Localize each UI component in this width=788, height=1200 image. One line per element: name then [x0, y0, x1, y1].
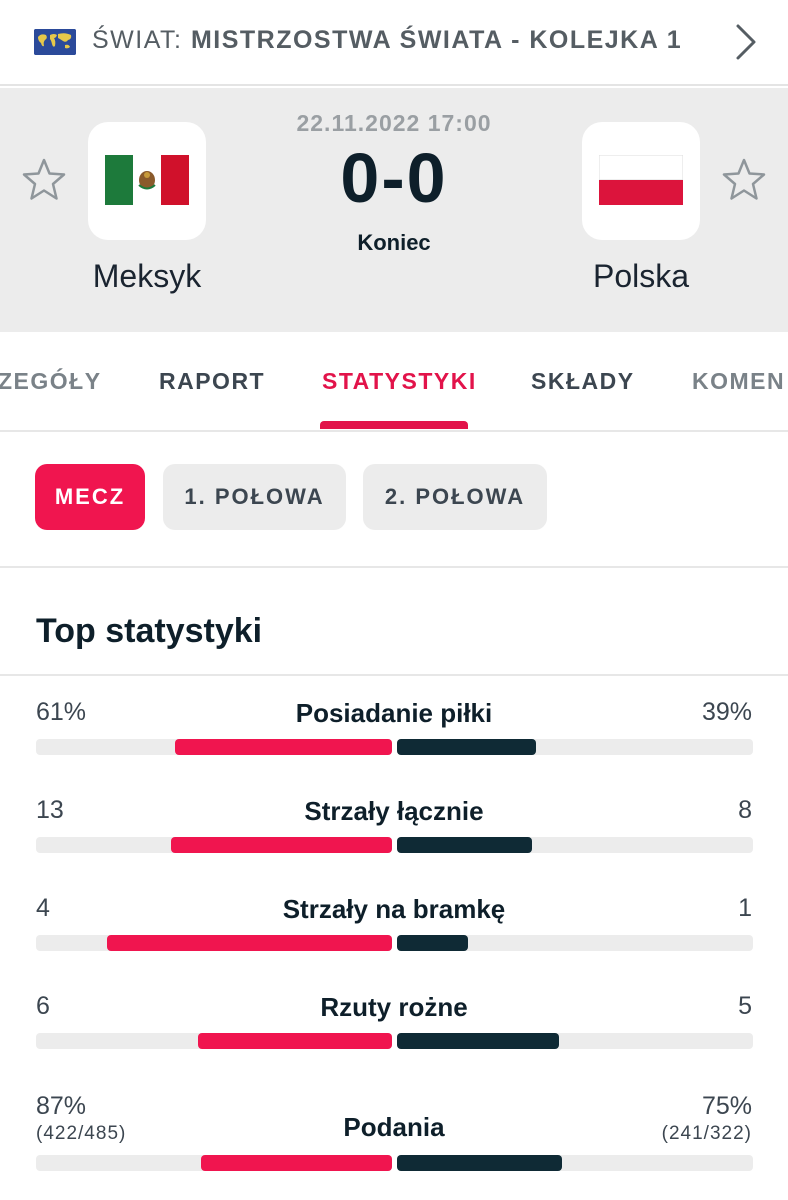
stat-home-bar [174, 739, 392, 755]
section-divider [0, 674, 788, 676]
stat-home-bar [197, 1033, 392, 1049]
chevron-right-icon[interactable] [726, 20, 766, 64]
tab-details[interactable]: ZEGÓŁY [0, 368, 102, 395]
stat-home-bar [200, 1155, 392, 1171]
stat-row: 61% Posiadanie piłki 39% [0, 698, 788, 788]
stat-row: 87% (422/485) Podania 75% (241/322) [0, 1092, 788, 1192]
stat-away-bar [397, 1155, 562, 1171]
stat-home-bar [171, 837, 392, 853]
stat-home-track [36, 1155, 392, 1171]
league-title: ŚWIAT: MISTRZOSTWA ŚWIATA - KOLEJKA 1 [92, 26, 682, 55]
away-team-name[interactable]: Polska [541, 258, 741, 295]
away-team-logo[interactable] [582, 122, 700, 240]
tab-statistics[interactable]: STATYSTYKI [322, 368, 477, 395]
stat-home-track [36, 1033, 392, 1049]
stat-row: 13 Strzały łącznie 8 [0, 796, 788, 886]
poland-flag-icon [599, 155, 683, 205]
stat-away-track [397, 739, 753, 755]
tab-lineups[interactable]: SKŁADY [531, 368, 635, 395]
league-bar[interactable]: ŚWIAT: MISTRZOSTWA ŚWIATA - KOLEJKA 1 [0, 0, 788, 86]
stat-away-track [397, 1155, 753, 1171]
section-title: Top statystyki [36, 612, 263, 650]
tab-report[interactable]: RAPORT [159, 368, 265, 395]
stat-away-value: 5 [738, 992, 752, 1020]
stat-away-detail: (241/322) [661, 1123, 752, 1144]
period-selector: MECZ 1. POŁOWA 2. POŁOWA [0, 432, 788, 568]
stat-away-track [397, 1033, 753, 1049]
stat-away-track [397, 837, 753, 853]
stat-away-bar [397, 739, 536, 755]
favorite-away-star-icon[interactable] [720, 156, 768, 204]
stat-away-value: 75% (241/322) [662, 1092, 752, 1145]
stat-home-track [36, 739, 392, 755]
stat-away-percent: 75% [701, 1092, 752, 1120]
stat-home-bar [107, 935, 392, 951]
period-match-button[interactable]: MECZ [35, 464, 145, 530]
stat-away-value: 8 [738, 796, 752, 824]
stat-home-track [36, 837, 392, 853]
league-country: ŚWIAT: [92, 26, 183, 54]
stat-row: 4 Strzały na bramkę 1 [0, 894, 788, 984]
stat-row: 6 Rzuty rożne 5 [0, 992, 788, 1082]
stat-home-track [36, 935, 392, 951]
home-team-name[interactable]: Meksyk [47, 258, 247, 295]
period-first-half-button[interactable]: 1. POŁOWA [163, 464, 346, 530]
stat-away-value: 1 [738, 894, 752, 922]
stat-label: Strzały na bramkę [282, 894, 506, 924]
stat-label: Posiadanie piłki [295, 698, 493, 728]
tab-commentary[interactable]: KOMEN [692, 368, 785, 395]
match-header: Meksyk 22.11.2022 17:00 0-0 Koniec Polsk… [0, 88, 788, 332]
stat-away-bar [397, 837, 533, 853]
stat-away-track [397, 935, 753, 951]
period-second-half-button[interactable]: 2. POŁOWA [363, 464, 547, 530]
league-competition: MISTRZOSTWA ŚWIATA - KOLEJKA 1 [190, 26, 683, 54]
stat-away-bar [397, 1033, 559, 1049]
match-tabs: ZEGÓŁY RAPORT STATYSTYKI SKŁADY KOMEN [0, 332, 788, 432]
world-map-flag-icon [34, 29, 76, 55]
stat-label: Strzały łącznie [304, 796, 484, 826]
stat-label: Rzuty rożne [320, 992, 468, 1022]
stat-away-value: 39% [701, 698, 752, 726]
active-tab-indicator [320, 421, 468, 429]
stat-away-bar [397, 935, 469, 951]
